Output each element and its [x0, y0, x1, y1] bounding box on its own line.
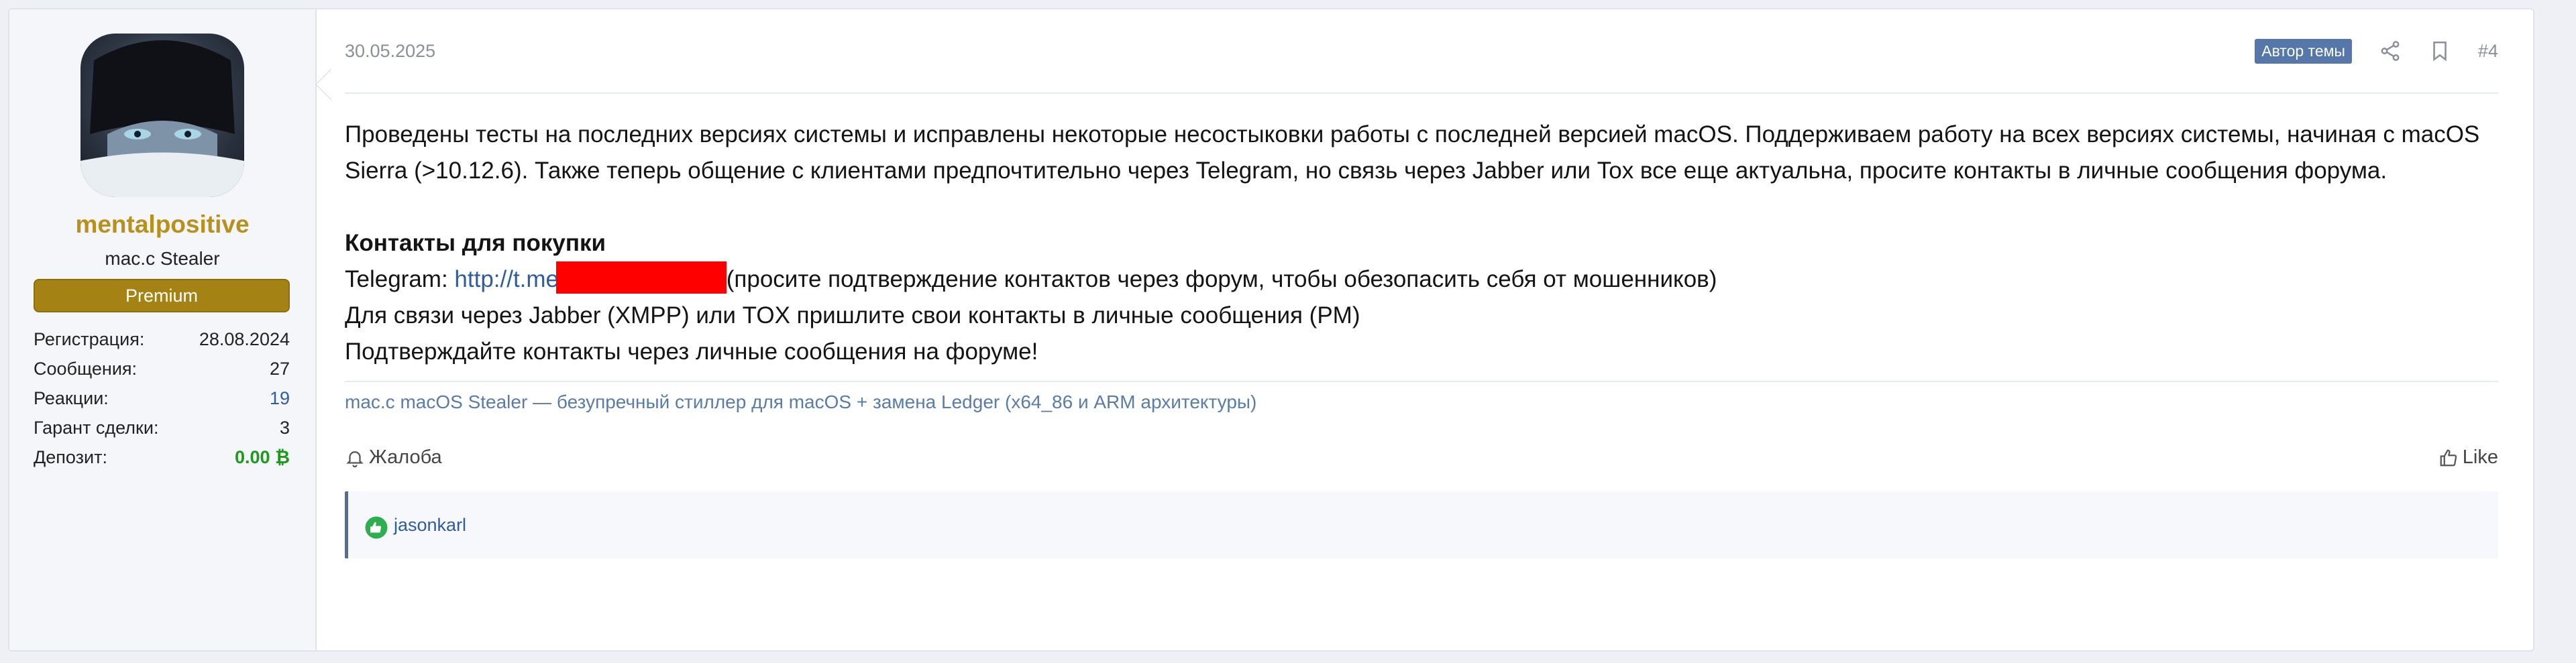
telegram-note: (просите подтверждение контактов через ф…	[726, 266, 1717, 292]
stat-reactions: Реакции: 19	[34, 383, 290, 413]
body-paragraph: Проведены тесты на последних версиях сис…	[345, 121, 2480, 184]
post-header-tools: Автор темы #4	[2255, 38, 2498, 64]
reactions-bar: jasonkarl	[345, 491, 2498, 558]
stat-value: 0.00 ₿	[234, 447, 290, 467]
stat-value: 28.08.2024	[199, 329, 290, 349]
stat-registration: Регистрация: 28.08.2024	[34, 324, 290, 354]
report-label: Жалоба	[369, 446, 442, 468]
stat-messages: Сообщения: 27	[34, 354, 290, 383]
stat-deposit: Депозит: 0.00 ₿	[34, 442, 290, 472]
post-number[interactable]: #4	[2478, 41, 2498, 62]
bookmark-icon[interactable]	[2428, 40, 2451, 62]
report-button[interactable]: Жалоба	[345, 446, 442, 469]
user-title: mac.c Stealer	[105, 248, 220, 269]
signature: mac.c macOS Stealer — безупречный стилле…	[345, 381, 2498, 413]
contacts-title: Контакты для покупки	[345, 230, 606, 256]
avatar[interactable]	[80, 34, 244, 197]
stat-value[interactable]: 19	[270, 383, 290, 413]
post-header: 30.05.2025 Автор темы #4	[345, 9, 2498, 94]
jabber-line: Для связи через Jabber (XMPP) или TOX пр…	[345, 302, 1360, 328]
stat-label: Депозит:	[34, 447, 107, 467]
redaction-box	[555, 261, 727, 294]
like-button[interactable]: Like	[2438, 446, 2498, 469]
liked-by-user[interactable]: jasonkarl	[394, 515, 466, 536]
stat-value: 3	[279, 418, 290, 438]
stat-label: Реакции:	[34, 388, 109, 408]
like-reaction-icon	[364, 516, 388, 540]
username[interactable]: mentalpositive	[9, 210, 315, 239]
user-sidebar: mentalpositive mac.c Stealer Premium Рег…	[9, 9, 331, 650]
premium-banner: Premium	[34, 279, 290, 312]
forum-post: mentalpositive mac.c Stealer Premium Рег…	[8, 8, 2534, 652]
bell-icon	[346, 450, 364, 467]
avatar-image	[80, 40, 244, 197]
share-icon[interactable]	[2379, 40, 2402, 62]
post-body: Проведены тесты на последних версиях сис…	[345, 94, 2498, 370]
thumbs-up-icon	[2440, 449, 2457, 466]
like-label: Like	[2462, 446, 2498, 468]
stat-label: Гарант сделки:	[34, 418, 159, 438]
telegram-line: Telegram: http://t.me/ (просите подтвержд…	[345, 261, 2498, 298]
signature-link[interactable]: mac.c macOS Stealer — безупречный стилле…	[345, 391, 1256, 412]
confirm-line: Подтверждайте контакты через личные сооб…	[345, 339, 1038, 365]
user-stats: Регистрация: 28.08.2024 Сообщения: 27 Ре…	[34, 324, 290, 472]
telegram-label: Telegram:	[345, 266, 455, 292]
stat-label: Сообщения:	[34, 359, 138, 379]
author-badge: Автор темы	[2255, 38, 2352, 64]
stat-value: 27	[269, 359, 290, 379]
telegram-link[interactable]: http://t.me/	[454, 266, 565, 292]
stat-label: Регистрация:	[34, 329, 145, 349]
post-main: 30.05.2025 Автор темы #4 Проведены тесты…	[317, 9, 2533, 650]
post-actions: Жалоба Like	[345, 446, 2498, 469]
post-date[interactable]: 30.05.2025	[345, 41, 435, 62]
stat-escrow: Гарант сделки: 3	[34, 413, 290, 442]
